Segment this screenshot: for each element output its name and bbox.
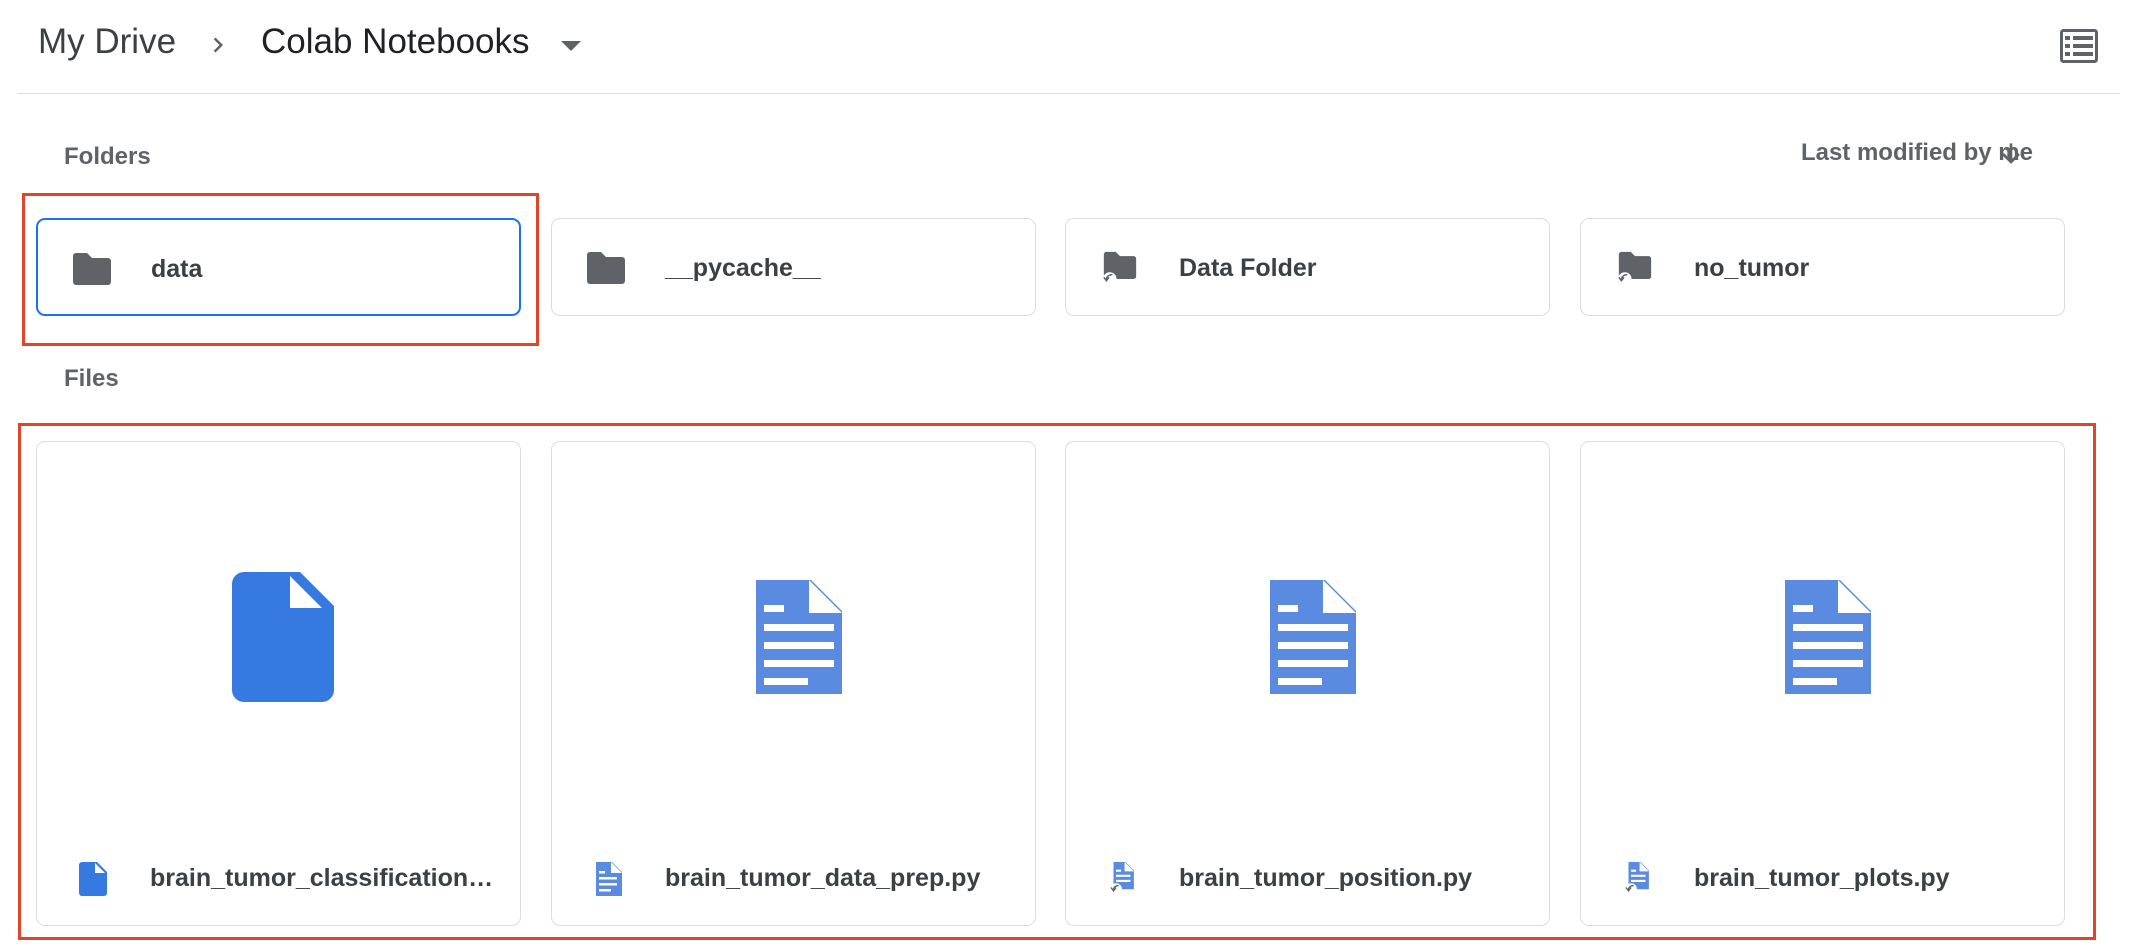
shortcut-document-icon [1110,862,1134,896]
arrow-drop-down-icon[interactable] [558,38,584,54]
folder-name: no_tumor [1694,254,1810,282]
folder-name: Data Folder [1179,254,1317,282]
breadcrumb-colab-notebooks[interactable]: Colab Notebooks [261,22,530,62]
file-card-data-prep[interactable]: brain_tumor_data_prep.py [551,441,1036,926]
folder-name: data [151,255,203,283]
file-name: brain_tumor_data_prep.py [665,864,981,892]
folder-card-pycache[interactable]: __pycache__ [551,218,1036,316]
file-icon [79,862,107,896]
file-card-classification[interactable]: brain_tumor_classification.i… [36,441,521,926]
chevron-right-icon [213,37,223,53]
document-icon [596,862,622,896]
shared-folder-icon [1618,251,1652,285]
folder-card-data[interactable]: data [36,218,521,316]
folder-icon [73,253,111,285]
file-name: brain_tumor_position.py [1179,864,1473,892]
list-view-icon[interactable] [2060,29,2098,63]
shortcut-document-icon [1625,862,1649,896]
breadcrumb-my-drive[interactable]: My Drive [38,22,176,62]
folders-section-label: Folders [64,143,151,170]
file-name: brain_tumor_classification.i… [150,864,500,892]
folder-card-data-folder[interactable]: Data Folder [1065,218,1550,316]
document-icon [1785,580,1871,694]
folder-card-no-tumor[interactable]: no_tumor [1580,218,2065,316]
shared-folder-icon [1103,251,1137,285]
file-name: brain_tumor_plots.py [1694,864,1950,892]
arrow-downward-icon[interactable] [1995,138,2027,170]
file-card-position[interactable]: brain_tumor_position.py [1065,441,1550,926]
drive-header: My Drive Colab Notebooks [18,0,2120,94]
document-icon [756,580,842,694]
file-card-plots[interactable]: brain_tumor_plots.py [1580,441,2065,926]
folder-icon [587,252,625,284]
file-icon [232,572,334,702]
folder-name: __pycache__ [665,254,821,282]
files-section-label: Files [64,365,119,392]
document-icon [1270,580,1356,694]
